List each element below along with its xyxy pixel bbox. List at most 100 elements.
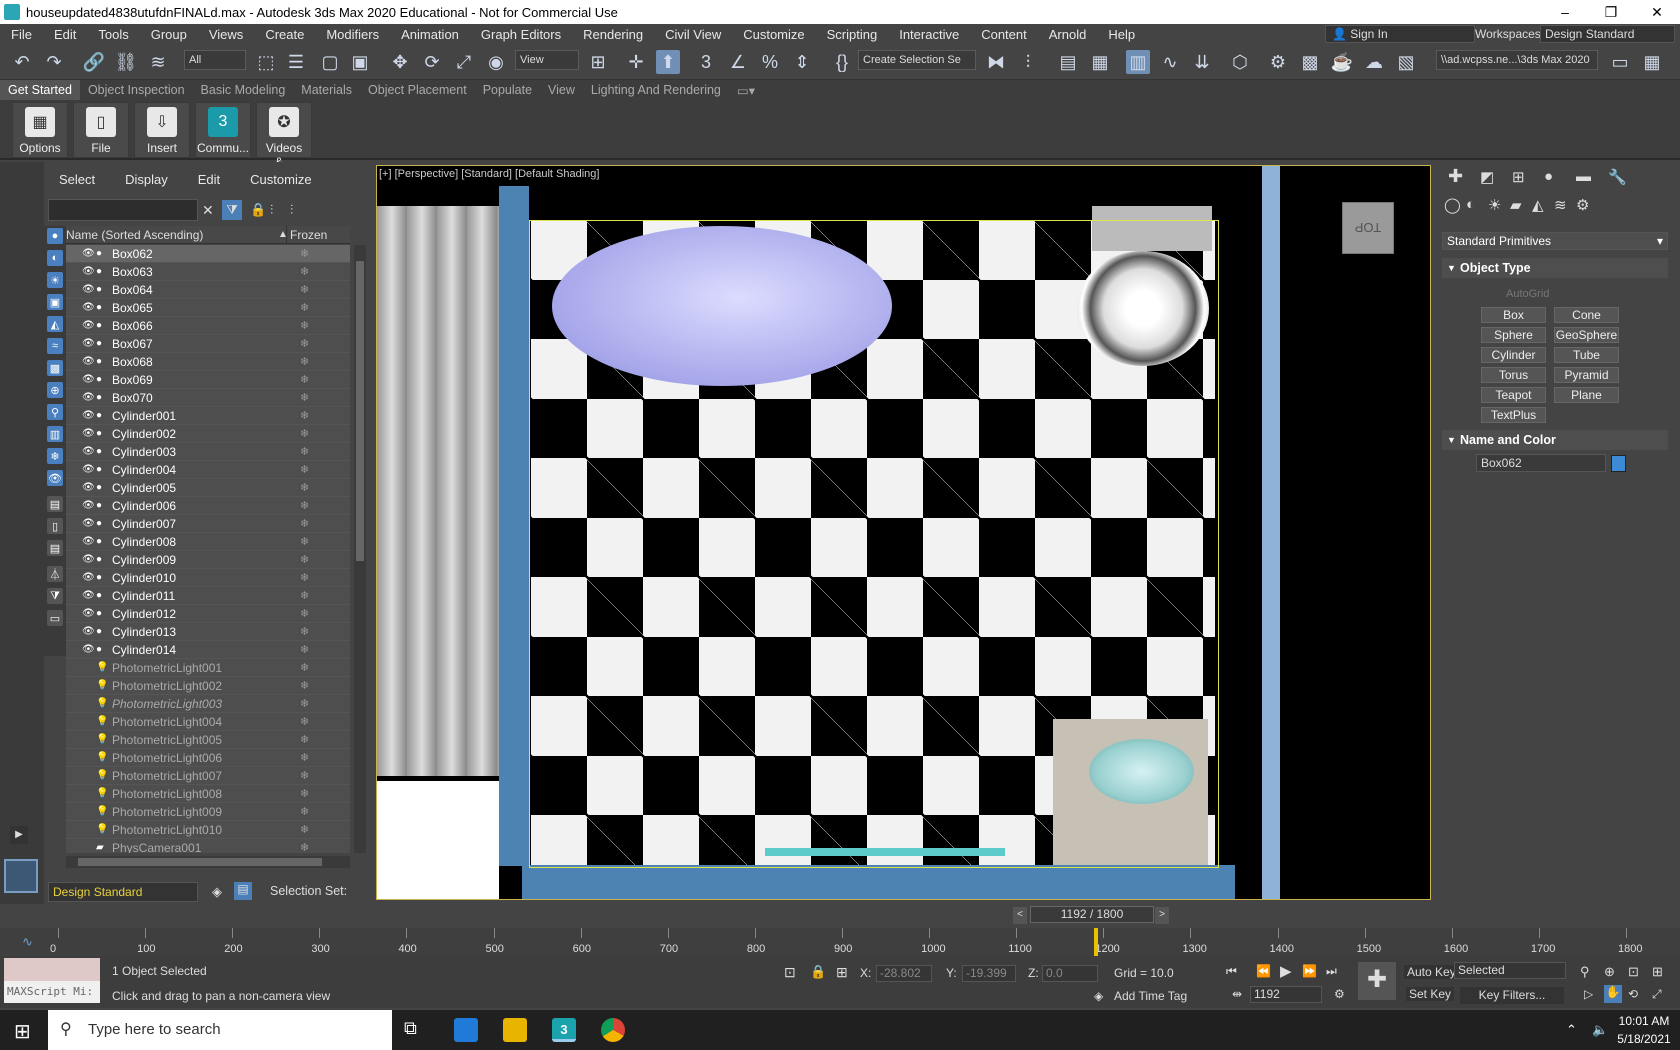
scale-icon[interactable]: ⤢ (452, 50, 476, 74)
display-tab-icon[interactable]: ▬ (1576, 168, 1591, 185)
filter-icon[interactable]: ⧩ (222, 200, 242, 220)
freeze-toggle-icon[interactable]: ❄ (300, 571, 309, 584)
list-item[interactable]: 💡 PhotometricLight001 ❄ (66, 659, 350, 677)
freeze-toggle-icon[interactable]: ❄ (300, 589, 309, 602)
goto-start-icon[interactable]: ⏮ (1226, 964, 1237, 979)
undo-icon[interactable]: ↶ (10, 50, 34, 74)
list-item[interactable]: 👁 ● Cylinder011 ❄ (66, 587, 350, 605)
list-horizontal-scrollbar[interactable] (66, 856, 350, 868)
pyramid-button[interactable]: Pyramid (1554, 367, 1619, 383)
hierarchy-tab-icon[interactable]: ⊞ (1512, 168, 1525, 186)
isolate-selection-icon[interactable]: ⊡ (784, 964, 796, 981)
freeze-toggle-icon[interactable]: ❄ (300, 625, 309, 638)
freeze-toggle-icon[interactable]: ❄ (300, 769, 309, 782)
visibility-eye-icon[interactable]: 👁 (82, 554, 96, 565)
primitive-category-dropdown[interactable]: Standard Primitives ▾ (1442, 232, 1668, 250)
torus-button[interactable]: Torus (1481, 367, 1546, 383)
freeze-toggle-icon[interactable]: ❄ (300, 805, 309, 818)
menu-animation[interactable]: Animation (390, 27, 470, 42)
layer-explorer-icon[interactable]: ◈ (212, 884, 222, 900)
placement-icon[interactable]: ◉ (484, 50, 508, 74)
speaker-icon[interactable]: 🔈 (1592, 1022, 1608, 1038)
motion-tab-icon[interactable]: ● (1544, 168, 1553, 185)
key-mode-icon[interactable]: ⇹ (1232, 987, 1242, 1001)
list-item[interactable]: 💡 PhotometricLight006 ❄ (66, 749, 350, 767)
visibility-eye-icon[interactable]: 👁 (82, 572, 96, 583)
maximize-viewport-icon[interactable]: ⤢ (1652, 987, 1662, 1002)
freeze-toggle-icon[interactable]: ❄ (300, 715, 309, 728)
align-icon[interactable]: ⫶ (1016, 50, 1040, 74)
tab-populate[interactable]: Populate (475, 83, 540, 97)
invert-display-icon[interactable]: ▤ (47, 540, 63, 556)
3dsmax-taskbar-icon[interactable]: 3 (552, 1018, 576, 1042)
viewcube[interactable]: TOP (1342, 202, 1394, 254)
visibility-eye-icon[interactable]: 👁 (82, 626, 96, 637)
display-hidden-icon[interactable]: 👁 (47, 470, 63, 486)
current-frame-field[interactable]: 1192 (1250, 986, 1322, 1003)
time-config-icon[interactable]: ⚙ (1334, 987, 1345, 1001)
plane-button[interactable]: Plane (1554, 387, 1619, 403)
angle-snap-icon[interactable]: ∠ (726, 50, 750, 74)
freeze-toggle-icon[interactable]: ❄ (300, 283, 309, 296)
freeze-toggle-icon[interactable]: ❄ (300, 391, 309, 404)
taskbar-search-box[interactable]: ⚲ Type here to search (48, 1010, 392, 1050)
curve-editor-icon[interactable]: ∿ (1158, 50, 1182, 74)
x-coordinate-field[interactable]: -28.802 (876, 965, 932, 982)
scene-explorer-icon[interactable]: ▤ (234, 882, 252, 900)
move-icon[interactable]: ✥ (388, 50, 412, 74)
box-button[interactable]: Box (1481, 307, 1546, 323)
list-item[interactable]: 👁 ● Cylinder005 ❄ (66, 479, 350, 497)
freeze-toggle-icon[interactable]: ❄ (300, 841, 309, 853)
ribbon-options-icon[interactable]: ▭▾ (729, 83, 763, 98)
play-icon[interactable]: ▶ (1280, 962, 1292, 980)
teapot-button[interactable]: Teapot (1481, 387, 1546, 403)
next-key-icon[interactable]: ⏩ (1302, 964, 1317, 978)
visibility-eye-icon[interactable]: 👁 (82, 374, 96, 385)
unlink-icon[interactable]: ⛓ (114, 50, 138, 74)
next-frame-icon[interactable]: > (1155, 907, 1169, 924)
list-item[interactable]: ▰ PhysCamera001 ❄ (66, 839, 350, 853)
y-coordinate-field[interactable]: -19.399 (962, 965, 1016, 982)
list-item[interactable]: 💡 PhotometricLight007 ❄ (66, 767, 350, 785)
visibility-eye-icon[interactable]: 👁 (82, 536, 96, 547)
minimize-button[interactable]: – (1542, 4, 1588, 21)
freeze-toggle-icon[interactable]: ❄ (300, 499, 309, 512)
rendered-frame-icon[interactable]: ▩ (1298, 50, 1322, 74)
systems-icon[interactable]: ⚙ (1576, 196, 1589, 214)
geosphere-button[interactable]: GeoSphere (1554, 327, 1619, 343)
visibility-eye-icon[interactable]: 👁 (82, 446, 96, 457)
menu-file[interactable]: File (0, 27, 43, 42)
display-none-icon[interactable]: ▯ (47, 518, 63, 534)
set-key-button[interactable]: Set Key (1406, 987, 1455, 1001)
freeze-toggle-icon[interactable]: ❄ (300, 409, 309, 422)
list-item[interactable]: 👁 ● Cylinder004 ❄ (66, 461, 350, 479)
freeze-toggle-icon[interactable]: ❄ (300, 319, 309, 332)
display-bones-icon[interactable]: ⚲ (47, 404, 63, 420)
object-name-field[interactable]: Box062 (1476, 454, 1606, 472)
autogrid-checkbox[interactable]: AutoGrid (1506, 288, 1549, 300)
freeze-toggle-icon[interactable]: ❄ (300, 373, 309, 386)
set-key-big-icon[interactable]: ✚ (1358, 962, 1396, 1000)
utilities-tab-icon[interactable]: 🔧 (1608, 168, 1627, 186)
zoom-extents-icon[interactable]: ⊡ (1628, 964, 1639, 980)
list-item[interactable]: 👁 ● Box067 ❄ (66, 335, 350, 353)
lock-icon[interactable]: 🔒 (250, 202, 266, 218)
selection-filter-dropdown[interactable]: All (184, 50, 246, 70)
named-selection-dropdown[interactable]: Create Selection Se (858, 50, 976, 70)
menu-rendering[interactable]: Rendering (572, 27, 654, 42)
cylinder-button[interactable]: Cylinder (1481, 347, 1546, 363)
list-item[interactable]: 👁 ● Cylinder014 ❄ (66, 641, 350, 659)
list-item[interactable]: 👁 ● Box062 ❄ (66, 245, 350, 263)
visibility-eye-icon[interactable]: 👁 (82, 320, 96, 331)
keyboard-shortcut-override-icon[interactable]: ⬆ (656, 50, 680, 74)
zoom-extents-all-icon[interactable]: ⊞ (1652, 964, 1663, 980)
menu-modifiers[interactable]: Modifiers (315, 27, 390, 42)
explorer-menu-edit[interactable]: Edit (183, 172, 235, 187)
menu-arnold[interactable]: Arnold (1038, 27, 1098, 42)
lights-icon[interactable]: ☀ (1488, 196, 1501, 214)
select-manipulate-icon[interactable]: ✛ (624, 50, 648, 74)
create-tab-icon[interactable]: ✚ (1448, 166, 1463, 187)
display-frozen-icon[interactable]: ❄ (47, 448, 63, 464)
insert-button[interactable]: ⇩ Insert (134, 102, 190, 158)
freeze-toggle-icon[interactable]: ❄ (300, 679, 309, 692)
